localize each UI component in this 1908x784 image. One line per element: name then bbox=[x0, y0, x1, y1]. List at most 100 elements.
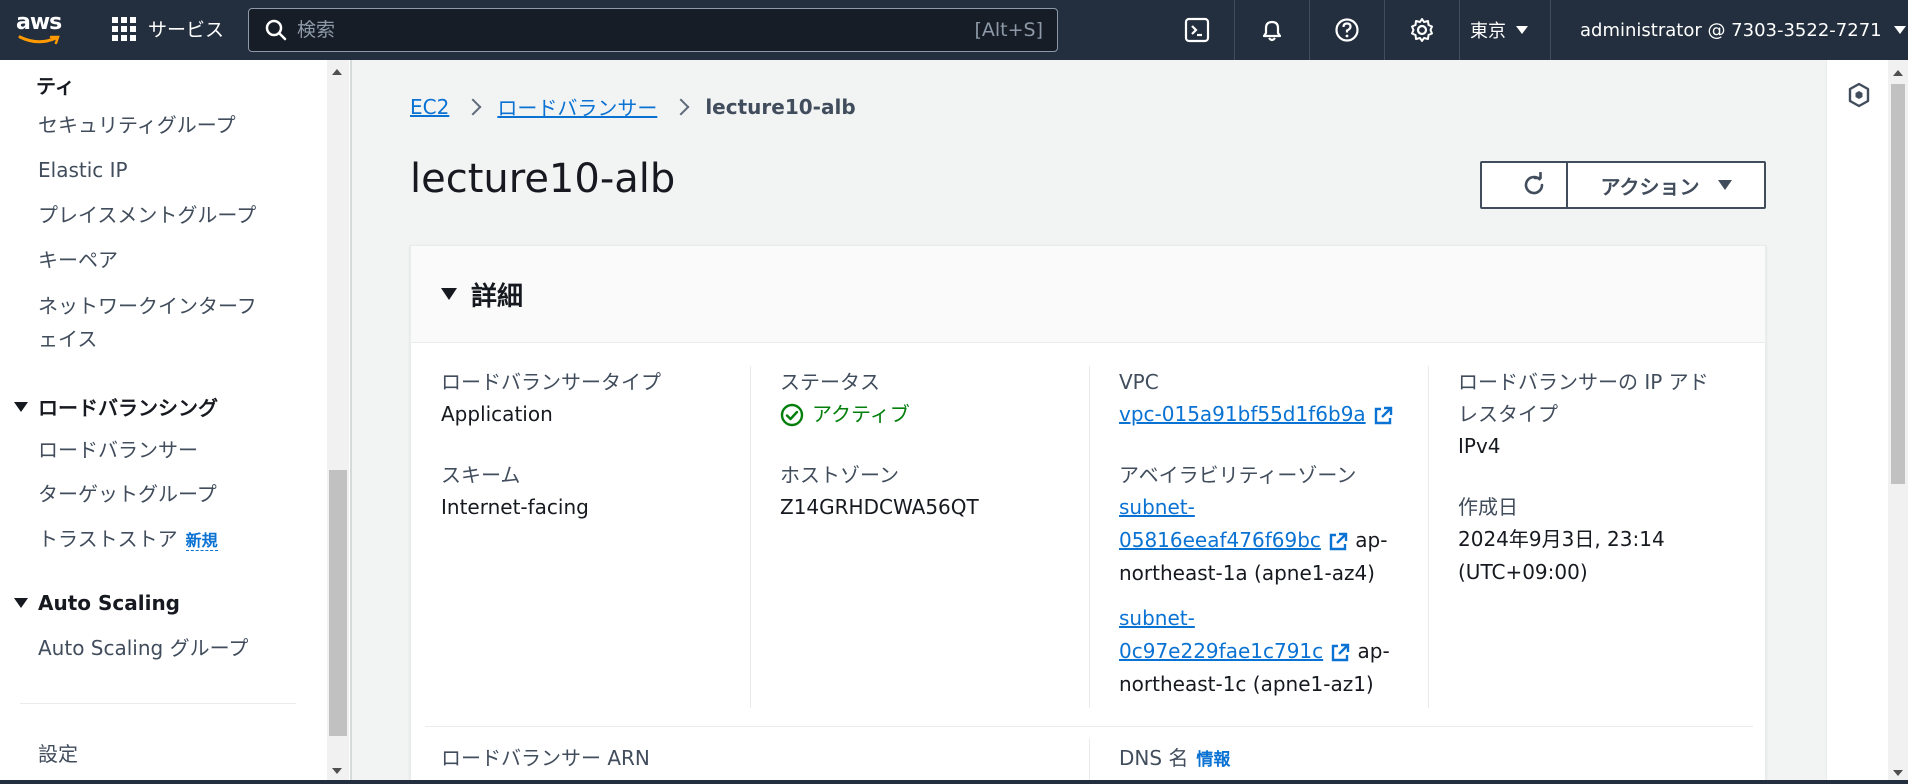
page-title: lecture10-alb bbox=[410, 156, 676, 202]
external-link-icon[interactable] bbox=[1327, 531, 1349, 553]
sidebar-item-auto-scaling-groups[interactable]: Auto Scaling グループ bbox=[38, 632, 248, 665]
check-circle-icon bbox=[780, 403, 804, 426]
cloudshell-button[interactable] bbox=[1160, 0, 1235, 60]
ip-type-label-line: ロードバランサーの IP アド bbox=[1458, 370, 1709, 394]
az-label: アベイラビリティーゾーン bbox=[1119, 463, 1357, 487]
sidebar-item-target-groups[interactable]: ターゲットグループ bbox=[38, 478, 217, 511]
subnet-az: northeast-1a (apne1-az4) bbox=[1119, 561, 1375, 585]
scroll-up-icon[interactable] bbox=[332, 69, 342, 75]
sidebar-item-label: ネットワークインターフ bbox=[38, 294, 257, 318]
ip-type-label-line: レスタイプ bbox=[1458, 402, 1558, 426]
caret-down-icon bbox=[1717, 180, 1732, 190]
sidebar-item-key-pairs[interactable]: キーペア bbox=[38, 244, 118, 277]
subnet-link[interactable]: 05816eeaf476f69bc bbox=[1119, 528, 1321, 552]
scrollbar-thumb[interactable] bbox=[329, 470, 347, 736]
sidebar-item-trust-stores[interactable]: トラストストア 新規 bbox=[38, 523, 218, 557]
created-label: 作成日 bbox=[1458, 495, 1518, 519]
refresh-icon bbox=[1524, 172, 1544, 195]
sidebar-item-elastic-ip[interactable]: Elastic IP bbox=[38, 154, 128, 187]
details-heading: 詳細 bbox=[471, 281, 524, 312]
bell-icon bbox=[1262, 20, 1282, 42]
details-column-2: ステータス アクティブ ホストゾーン Z14GRHDCWA56QT bbox=[780, 366, 1080, 524]
hexagon-icon bbox=[1848, 82, 1870, 108]
breadcrumb-load-balancers[interactable]: ロードバランサー bbox=[497, 92, 657, 121]
sidebar-item-placement-groups[interactable]: プレイスメントグループ bbox=[38, 199, 256, 232]
details-panel-header[interactable]: 詳細 bbox=[411, 246, 1765, 343]
scrollbar-thumb[interactable] bbox=[1891, 84, 1905, 484]
services-menu[interactable]: サービス bbox=[112, 15, 224, 42]
aws-logo-text: aws bbox=[16, 10, 62, 35]
account-menu[interactable]: administrator @ 7303-3522-7271 bbox=[1580, 0, 1906, 60]
sidebar-section-auto-scaling[interactable]: Auto Scaling bbox=[14, 591, 180, 615]
chevron-right-icon bbox=[464, 98, 482, 115]
caret-down-icon bbox=[1516, 26, 1528, 34]
sidebar-item-network-interfaces[interactable]: ネットワークインターフ ェイス bbox=[38, 290, 257, 356]
sidebar-section-partial: ティ bbox=[36, 70, 75, 99]
cloudshell-icon bbox=[1184, 17, 1210, 43]
search-input[interactable] bbox=[287, 19, 975, 41]
aws-logo[interactable]: aws bbox=[16, 12, 66, 48]
sidebar-section-label: ティ bbox=[36, 74, 75, 98]
sidebar-scrollbar[interactable] bbox=[327, 60, 349, 784]
caret-down-icon bbox=[1893, 26, 1906, 34]
ip-type-label: ロードバランサーの IP アド レスタイプ bbox=[1458, 366, 1748, 430]
scheme-value: Internet-facing bbox=[441, 495, 589, 519]
info-link[interactable]: 情報 bbox=[1196, 750, 1230, 770]
actions-button[interactable]: アクション bbox=[1566, 161, 1766, 209]
nav-icon-group bbox=[1160, 0, 1460, 60]
lb-type-value: Application bbox=[441, 402, 553, 426]
external-link-icon[interactable] bbox=[1372, 405, 1394, 427]
right-utility-rail bbox=[1826, 60, 1888, 784]
subnet-link[interactable]: subnet- bbox=[1119, 495, 1195, 519]
sidebar-item-security-groups[interactable]: セキュリティグループ bbox=[38, 109, 236, 142]
vpc-label: VPC bbox=[1119, 370, 1159, 394]
chevron-right-icon bbox=[672, 98, 690, 115]
scroll-down-icon[interactable] bbox=[332, 768, 342, 774]
region-label: 東京 bbox=[1470, 21, 1506, 42]
sidebar-section-label: ロードバランシング bbox=[38, 396, 218, 420]
actions-label: アクション bbox=[1600, 174, 1700, 199]
breadcrumb-ec2[interactable]: EC2 bbox=[410, 95, 449, 119]
account-label: administrator @ 7303-3522-7271 bbox=[1580, 19, 1882, 41]
scroll-down-icon[interactable] bbox=[1893, 770, 1903, 776]
gear-icon bbox=[1411, 18, 1433, 42]
details-column-1: ロードバランサータイプ Application スキーム Internet-fa… bbox=[441, 366, 741, 524]
bottom-strip bbox=[0, 780, 1908, 784]
subnet-link[interactable]: subnet- bbox=[1119, 606, 1195, 630]
subnet-entry: subnet- 05816eeaf476f69bc ap- northeast-… bbox=[1119, 491, 1419, 590]
notifications-button[interactable] bbox=[1235, 0, 1310, 60]
help-button[interactable] bbox=[1310, 0, 1385, 60]
top-navigation: aws サービス [Alt+S] bbox=[0, 0, 1908, 60]
sidebar-section-load-balancing[interactable]: ロードバランシング bbox=[14, 392, 218, 421]
page-scrollbar[interactable] bbox=[1888, 60, 1908, 784]
search-shortcut: [Alt+S] bbox=[974, 19, 1043, 41]
scroll-up-icon[interactable] bbox=[1893, 70, 1903, 76]
sidebar-edge bbox=[350, 60, 352, 784]
external-link-icon[interactable] bbox=[1329, 642, 1351, 664]
new-badge: 新規 bbox=[185, 531, 218, 551]
hexagon-menu-button[interactable] bbox=[1847, 82, 1871, 112]
details-panel: 詳細 ロードバランサータイプ Application スキーム Internet… bbox=[410, 245, 1766, 784]
hosted-zone-label: ホストゾーン bbox=[780, 463, 899, 487]
subnet-az: ap- bbox=[1355, 528, 1388, 552]
sidebar-section-label: Auto Scaling bbox=[38, 591, 181, 615]
subnet-az: ap- bbox=[1357, 639, 1390, 663]
column-divider bbox=[1428, 366, 1429, 708]
region-selector[interactable]: 東京 bbox=[1470, 0, 1551, 60]
status-value: アクティブ bbox=[812, 402, 910, 426]
settings-button[interactable] bbox=[1385, 0, 1460, 60]
vpc-link[interactable]: vpc-015a91bf55d1f6b9a bbox=[1119, 402, 1366, 426]
dns-label: DNS 名 bbox=[1119, 746, 1189, 770]
sidebar-item-settings[interactable]: 設定 bbox=[38, 738, 78, 771]
subnet-link[interactable]: 0c97e229fae1c791c bbox=[1119, 639, 1323, 663]
breadcrumb-current: lecture10-alb bbox=[705, 94, 856, 119]
sidebar-item-load-balancers[interactable]: ロードバランサー bbox=[38, 434, 198, 467]
sidebar-item-label: トラストストア bbox=[38, 527, 178, 551]
created-value: 2024年9月3日, 23:14 (UTC+09:00) bbox=[1458, 523, 1748, 589]
status-label: ステータス bbox=[780, 370, 880, 394]
collapse-icon bbox=[14, 401, 28, 412]
collapse-icon bbox=[14, 598, 28, 608]
hosted-zone-value: Z14GRHDCWA56QT bbox=[780, 495, 979, 519]
search-box[interactable]: [Alt+S] bbox=[248, 8, 1058, 52]
sidebar-divider bbox=[20, 703, 296, 704]
